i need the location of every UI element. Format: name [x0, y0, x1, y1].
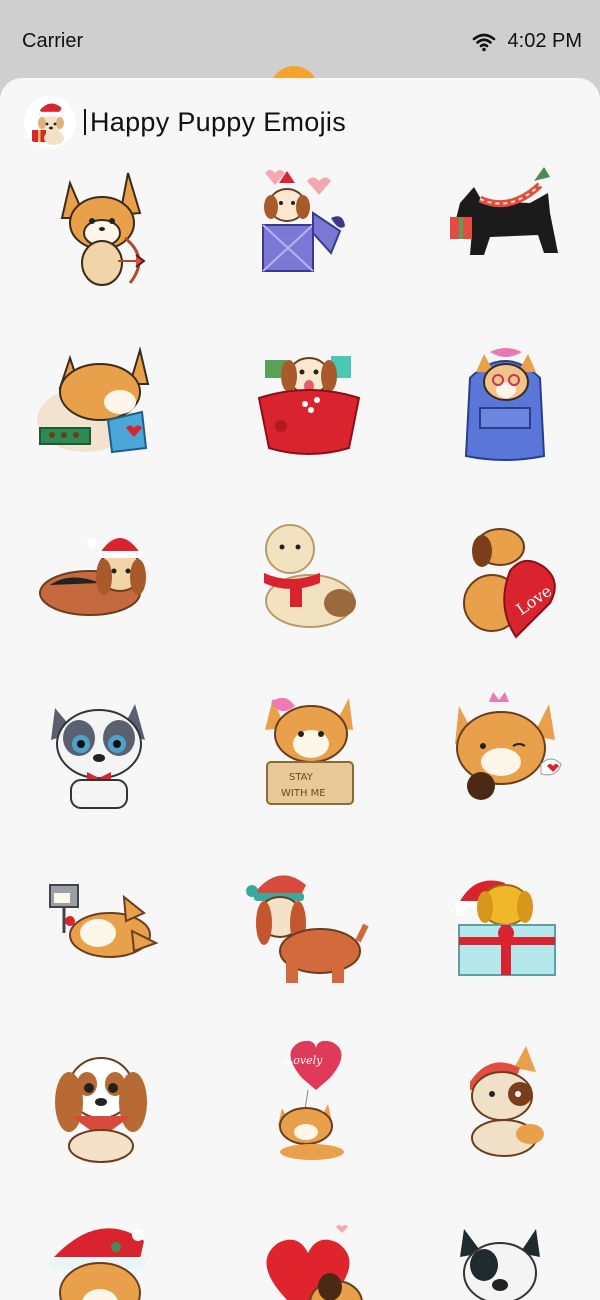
- bulldog-sweater-sticker[interactable]: [440, 1213, 570, 1300]
- scottie-scarf-sticker[interactable]: [440, 163, 570, 293]
- heart-puppy-sticker[interactable]: [240, 1213, 370, 1300]
- corgi-cupid-sticker[interactable]: [40, 163, 170, 293]
- basset-santa-hat-sticker[interactable]: [30, 513, 160, 643]
- carrier-label: Carrier: [22, 30, 84, 52]
- text-cursor: [84, 109, 86, 135]
- app-icon: [24, 96, 76, 148]
- corgi-santa-hat-sticker[interactable]: [40, 1213, 170, 1300]
- poodle-scarf-sticker[interactable]: [240, 513, 370, 643]
- corgi-chocolate-wink-sticker[interactable]: [445, 688, 575, 818]
- svg-text:Lovely: Lovely: [285, 1054, 323, 1067]
- corgi-stay-with-me-sticker[interactable]: STAY WITH ME: [245, 688, 375, 818]
- spaniel-winter-hat-sticker[interactable]: [240, 863, 370, 993]
- status-right: 4:02 PM: [472, 30, 582, 53]
- corgi-mailbox-sticker[interactable]: [40, 863, 170, 993]
- app-header: Happy Puppy Emojis: [24, 96, 346, 148]
- beagle-gift-box-sticker[interactable]: [235, 163, 365, 293]
- dog-love-heart-sticker[interactable]: Love: [440, 513, 570, 643]
- cavalier-bandana-sticker[interactable]: [35, 1038, 165, 1168]
- beagle-santa-sack-sticker[interactable]: [245, 338, 375, 468]
- clock: 4:02 PM: [507, 30, 582, 52]
- corgi-beanie-sticker[interactable]: [440, 1038, 570, 1168]
- svg-text:WITH ME: WITH ME: [281, 788, 326, 799]
- corgi-backpack-sticker[interactable]: [440, 338, 570, 468]
- puppy-present-box-sticker[interactable]: [445, 863, 575, 993]
- sticker-sheet: Happy Puppy Emojis Love STAY WITH ME Lov…: [0, 78, 600, 1300]
- svg-text:STAY: STAY: [289, 772, 314, 783]
- wifi-icon: [472, 32, 496, 52]
- corgi-chocolates-sticker[interactable]: [30, 340, 160, 470]
- corgi-lovely-balloon-sticker[interactable]: Lovely: [240, 1038, 370, 1168]
- french-bulldog-bowtie-sticker[interactable]: [35, 688, 165, 818]
- app-title: Happy Puppy Emojis: [90, 106, 347, 137]
